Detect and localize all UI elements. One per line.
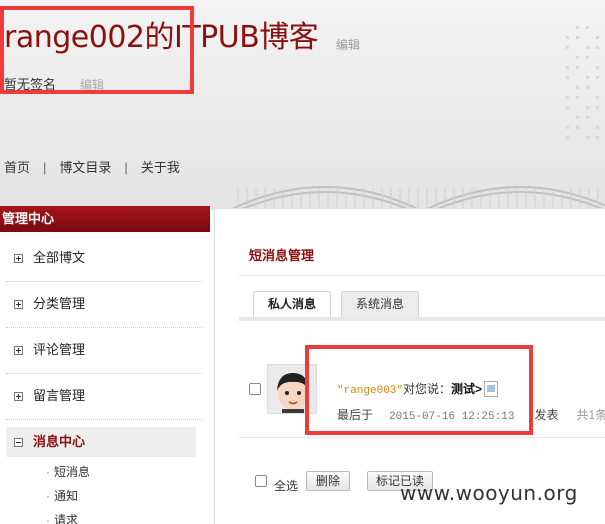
sub-item-label: 短消息 [54, 465, 91, 479]
highlight-box-title [0, 6, 194, 94]
message-panel: 短消息管理 私人消息 系统消息 "range003"对您说：测试> 最后于 201… [214, 208, 605, 524]
bullet: · [46, 513, 50, 524]
collapse-minus-icon[interactable] [14, 438, 23, 447]
sidebar-item-label: 留言管理 [33, 388, 86, 403]
sidebar-item-comments[interactable]: 评论管理 [0, 335, 205, 365]
expand-plus-icon[interactable] [14, 300, 23, 309]
sidebar-item-label: 分类管理 [33, 296, 86, 311]
select-all-checkbox[interactable] [255, 475, 267, 487]
expand-plus-icon[interactable] [14, 392, 23, 401]
watermark: www.wooyun.org [400, 481, 578, 505]
sidebar-sub-item-short-messages[interactable]: · 短消息 [46, 463, 90, 480]
sidebar-divider [6, 281, 202, 282]
divider [239, 275, 605, 276]
sidebar-item-label: 全部博文 [33, 250, 86, 265]
admin-sidebar: 管理中心 全部博文 分类管理 评论管理 留言管理 消息中心 · 短消息 · 通知 ·… [0, 206, 210, 524]
sidebar-divider [6, 373, 202, 374]
sidebar-item-guestbook[interactable]: 留言管理 [0, 381, 205, 411]
blog-header: range002的ITPUB博客 编辑 暂无签名 编辑 首页 | 博文目录 | 关于我 [0, 0, 605, 210]
sidebar-item-categories[interactable]: 分类管理 [0, 289, 205, 319]
nav-about[interactable]: 关于我 [141, 160, 180, 175]
sidebar-sub-item-requests[interactable]: · 请求 [46, 511, 78, 524]
select-all-label[interactable]: 全选 [274, 477, 298, 494]
sidebar-divider [6, 419, 202, 420]
expand-plus-icon[interactable] [14, 346, 23, 355]
sidebar-divider [6, 327, 202, 328]
nav-home[interactable]: 首页 [4, 160, 30, 175]
nav-separator: | [43, 160, 47, 175]
tab-private-messages[interactable]: 私人消息 [253, 291, 331, 317]
tab-bar-underline [239, 317, 605, 321]
sidebar-item-label: 评论管理 [33, 342, 86, 357]
divider [239, 437, 605, 438]
edit-title-link[interactable]: 编辑 [336, 36, 360, 53]
delete-button[interactable]: 删除 [306, 471, 350, 491]
message-checkbox[interactable] [249, 383, 261, 395]
sidebar-item-label: 消息中心 [33, 434, 86, 449]
bullet: · [46, 465, 50, 479]
sidebar-item-message-center[interactable]: 消息中心 [6, 427, 196, 457]
tab-system-messages[interactable]: 系统消息 [341, 291, 419, 317]
bullet: · [46, 489, 50, 503]
sub-item-label: 通知 [54, 489, 79, 503]
highlight-box-message [305, 345, 533, 435]
bridge-banner-image [230, 186, 605, 210]
sub-item-label: 请求 [54, 513, 79, 524]
publish-link[interactable]: 发表 [534, 408, 558, 422]
dot-pattern-decoration [566, 26, 599, 139]
expand-plus-icon[interactable] [14, 254, 23, 263]
blog-admin-page: range002的ITPUB博客 编辑 暂无签名 编辑 首页 | 博文目录 | 关于我 … [0, 0, 605, 524]
message-count: 共1条 [576, 408, 605, 422]
main-nav: 首页 | 博文目录 | 关于我 [4, 157, 180, 176]
nav-separator: | [124, 160, 128, 175]
sidebar-item-all-posts[interactable]: 全部博文 [0, 243, 205, 273]
sidebar-heading: 管理中心 [0, 206, 210, 232]
sidebar-sub-item-notifications[interactable]: · 通知 [46, 487, 78, 504]
nav-article-list[interactable]: 博文目录 [59, 160, 111, 175]
page-title: 短消息管理 [249, 248, 315, 263]
